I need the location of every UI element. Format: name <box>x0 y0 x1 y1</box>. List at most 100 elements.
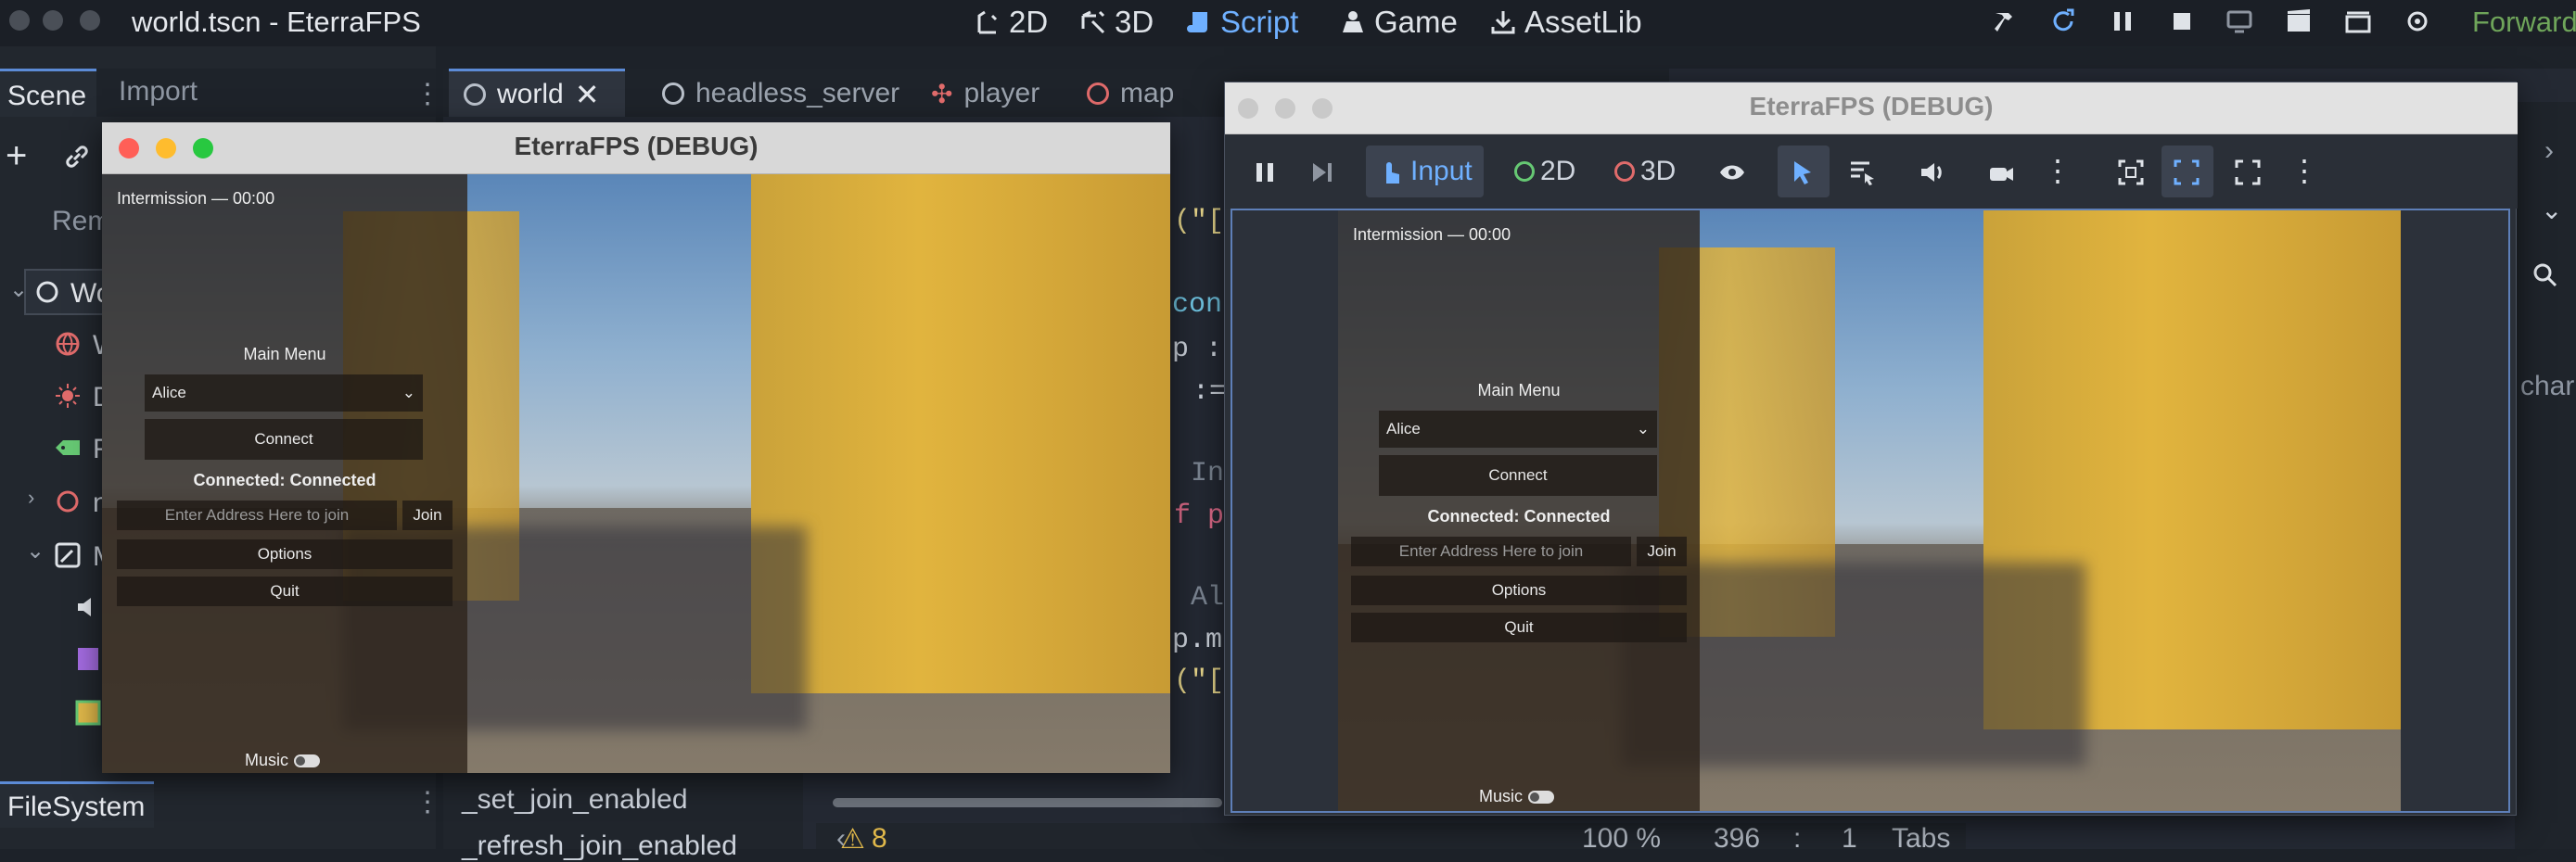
music-toggle[interactable]: Music <box>245 751 321 770</box>
code-fragment: ("[ <box>1174 206 1225 237</box>
pause-icon[interactable] <box>2109 7 2136 35</box>
player-select[interactable]: Alice ⌄ <box>1379 411 1657 448</box>
debug-window-title: EterraFPS (DEBUG) <box>1749 92 1994 120</box>
mode-game-button[interactable]: Game <box>1339 4 1458 41</box>
list-select-icon[interactable] <box>1848 158 1876 186</box>
code-fragment: p : <box>1172 334 1223 365</box>
intermission-timer: Intermission — 00:00 <box>117 189 275 208</box>
connect-button[interactable]: Connect <box>1379 455 1657 496</box>
visibility-icon[interactable] <box>1718 158 1746 186</box>
mode-3d-label: 3D <box>1115 5 1154 39</box>
hammer-icon[interactable] <box>1990 7 2018 35</box>
chevron-down-icon[interactable]: ⌄ <box>2541 195 2562 225</box>
connection-status: Connected: Connected <box>193 471 376 489</box>
tab-player[interactable]: ✣ player <box>931 78 1039 109</box>
filesystem-menu-icon[interactable]: ⋮ <box>414 786 441 818</box>
collapse-arrow-icon[interactable]: ⌄ <box>9 276 28 303</box>
renderer-label[interactable]: Forward <box>2472 6 2576 39</box>
tab-headless-server[interactable]: headless_server <box>662 78 899 109</box>
game-2d-button[interactable]: 2D <box>1514 146 1575 197</box>
next-frame-icon[interactable] <box>1308 158 1336 186</box>
camera-override-icon[interactable] <box>1987 158 2015 186</box>
music-toggle[interactable]: Music <box>1479 787 1555 806</box>
method-item[interactable]: _refresh_join_enabled <box>462 830 737 862</box>
code-fragment: In <box>1191 458 1225 489</box>
collapse-arrow-icon[interactable]: ⌄ <box>26 538 45 564</box>
address-input[interactable]: Enter Address Here to join <box>117 501 397 530</box>
input-mode-button[interactable]: Input <box>1366 146 1484 197</box>
stop-icon[interactable] <box>2168 7 2196 35</box>
mode-script-label: Script <box>1220 5 1299 39</box>
method-item[interactable]: _set_join_enabled <box>462 784 688 816</box>
mode-assetlib-button[interactable]: AssetLib <box>1489 4 1642 41</box>
mode-script-button[interactable]: Script <box>1185 4 1298 41</box>
mode-2d-button[interactable]: 2D <box>974 4 1048 41</box>
chevron-left-icon[interactable]: ‹ <box>836 823 846 855</box>
expand-arrow-icon[interactable]: › <box>28 486 34 510</box>
intermission-timer: Intermission — 00:00 <box>1353 225 1511 244</box>
game-3d-label: 3D <box>1640 156 1677 186</box>
horizontal-scrollbar[interactable] <box>833 798 1222 807</box>
options-button[interactable]: Options <box>117 539 453 569</box>
window-zoom-button[interactable] <box>80 10 100 31</box>
script-icon <box>1187 12 1207 32</box>
tab-filesystem[interactable]: FileSystem <box>0 781 154 828</box>
address-input[interactable]: Enter Address Here to join <box>1351 537 1631 566</box>
window-minimize-button[interactable] <box>43 10 63 31</box>
camera-menu-icon[interactable]: ⋮ <box>2043 153 2072 188</box>
tab-player-label: player <box>963 78 1040 108</box>
debug-window-2[interactable]: EterraFPS (DEBUG) Input 2D 3D ⋮ ⋮ Interm… <box>1224 82 2518 816</box>
connect-button[interactable]: Connect <box>145 419 423 460</box>
tab-scene[interactable]: Scene <box>0 69 96 117</box>
mode-game-label: Game <box>1374 5 1458 39</box>
fixed-size-icon[interactable] <box>2117 158 2145 186</box>
mode-assetlib-label: AssetLib <box>1524 5 1642 39</box>
tab-import[interactable]: Import <box>119 76 198 108</box>
dock-menu-icon[interactable]: ⋮ <box>414 78 441 110</box>
world-environment-icon <box>56 332 80 356</box>
input-mode-label: Input <box>1410 156 1473 186</box>
add-node-icon[interactable]: + <box>6 135 27 177</box>
debug-window-1[interactable]: EterraFPS (DEBUG) Intermission — 00:00 M… <box>102 122 1170 773</box>
quit-button[interactable]: Quit <box>1351 613 1687 642</box>
game-3d-button[interactable]: 3D <box>1614 146 1676 197</box>
speaker-icon[interactable] <box>1919 158 1946 186</box>
remote-debug-icon[interactable] <box>2225 7 2253 35</box>
chevron-right-icon[interactable]: › <box>2544 135 2554 167</box>
player-select[interactable]: Alice ⌄ <box>145 374 423 412</box>
toggle-switch-icon[interactable] <box>294 754 321 768</box>
embedded-game-viewport[interactable]: Intermission — 00:00 Main Menu Alice ⌄ C… <box>1231 209 2510 813</box>
zoom-level[interactable]: 100 % <box>1582 823 1661 855</box>
node3d-icon <box>36 281 58 303</box>
tab-world[interactable]: world ✕ <box>449 69 625 117</box>
main-menu-panel: Intermission — 00:00 Main Menu Alice ⌄ C… <box>1338 210 1700 811</box>
tab-map[interactable]: map <box>1087 78 1174 109</box>
warning-count: 8 <box>872 823 887 854</box>
toggle-switch-icon[interactable] <box>1528 791 1555 805</box>
fullscreen-icon[interactable] <box>2234 158 2262 186</box>
assetlib-icon <box>1491 11 1515 34</box>
line-col-separator: : <box>1793 823 1802 854</box>
indent-mode[interactable]: Tabs <box>1892 823 1950 855</box>
mode-3d-button[interactable]: 3D <box>1079 4 1154 41</box>
game-viewport[interactable]: Intermission — 00:00 Main Menu Alice ⌄ C… <box>102 174 1170 773</box>
reload-icon[interactable] <box>2049 7 2077 35</box>
search-icon[interactable] <box>2531 261 2559 289</box>
movie-icon[interactable] <box>2285 7 2313 35</box>
options-button[interactable]: Options <box>1351 576 1687 605</box>
column-number: 1 <box>1842 823 1857 854</box>
window-close-button[interactable] <box>9 10 30 31</box>
view-menu-icon[interactable]: ⋮ <box>2289 153 2319 188</box>
close-icon[interactable]: ✕ <box>575 77 600 112</box>
settings-icon[interactable] <box>2404 7 2431 35</box>
link-icon[interactable] <box>63 143 91 171</box>
code-fragment: p.m <box>1172 625 1223 656</box>
join-button[interactable]: Join <box>1637 537 1687 566</box>
pause-icon[interactable] <box>1251 158 1279 186</box>
clapper-icon[interactable] <box>2344 7 2372 35</box>
2d-icon <box>977 10 998 34</box>
editor-top-bar: world.tscn - EterraFPS 2D 3D Script Game… <box>0 0 2576 46</box>
join-button[interactable]: Join <box>402 501 453 530</box>
music-label: Music <box>245 751 289 769</box>
quit-button[interactable]: Quit <box>117 577 453 606</box>
